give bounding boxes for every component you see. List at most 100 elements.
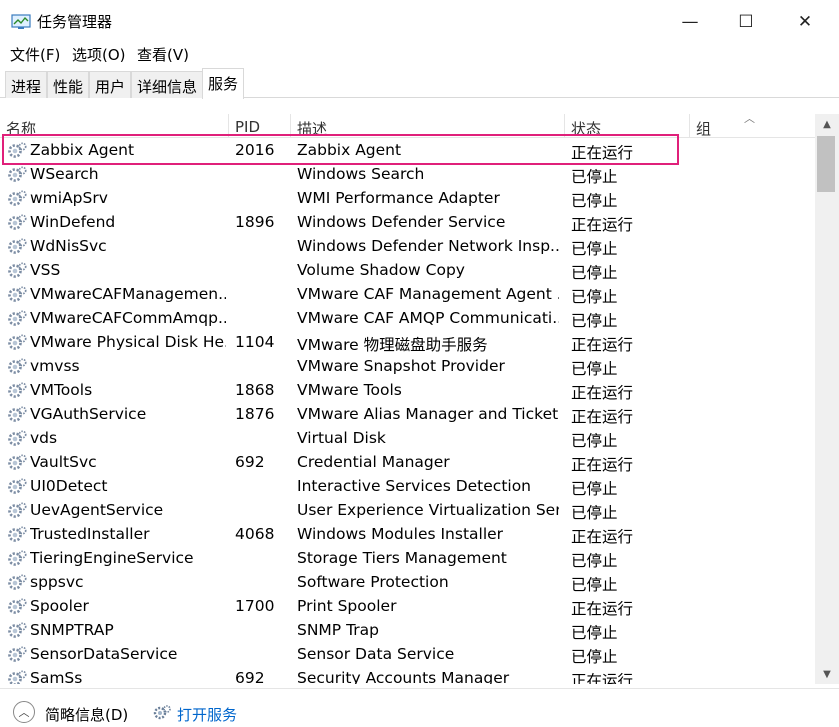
menu-view[interactable]: 查看(V) [137, 44, 189, 65]
tab-processes[interactable]: 进程 [5, 71, 48, 98]
service-description: Virtual Disk [297, 429, 386, 447]
service-status: 正在运行 [571, 456, 634, 474]
services-gear-icon [152, 704, 172, 722]
service-description: Print Spooler [297, 597, 397, 615]
table-row[interactable]: wmiApSrv WMI Performance Adapter 已停止 [0, 186, 815, 210]
table-row[interactable]: WdNisSvc Windows Defender Network Insp...… [0, 234, 815, 258]
service-status: 正在运行 [571, 216, 634, 234]
table-row[interactable]: TrustedInstaller 4068 Windows Modules Inst… [0, 522, 815, 546]
service-name: SensorDataService [30, 645, 178, 663]
service-gear-icon [6, 549, 28, 569]
service-status: 已停止 [571, 624, 618, 642]
service-name: VaultSvc [30, 453, 97, 471]
service-name: TrustedInstaller [30, 525, 150, 543]
service-pid: 2016 [235, 141, 275, 159]
service-gear-icon [6, 165, 28, 185]
menu-options[interactable]: 选项(O) [72, 44, 126, 65]
service-description: VMware Tools [297, 381, 402, 399]
service-status: 已停止 [571, 576, 618, 594]
tab-performance[interactable]: 性能 [47, 71, 90, 98]
service-pid: 1700 [235, 597, 275, 615]
service-name: WSearch [30, 165, 99, 183]
service-gear-icon [6, 237, 28, 257]
service-gear-icon [6, 501, 28, 521]
service-gear-icon [6, 597, 28, 617]
table-row[interactable]: sppsvc Software Protection 已停止 [0, 570, 815, 594]
service-name: Spooler [30, 597, 89, 615]
service-description: VMware Snapshot Provider [297, 357, 505, 375]
table-row[interactable]: WSearch Windows Search 已停止 [0, 162, 815, 186]
task-manager-icon [11, 14, 31, 30]
table-row[interactable]: Spooler 1700 Print Spooler 正在运行 [0, 594, 815, 618]
fewer-details-link[interactable]: 简略信息(D) [45, 704, 128, 725]
table-row[interactable]: SensorDataService Sensor Data Service 已停止 [0, 642, 815, 666]
service-name: WinDefend [30, 213, 116, 231]
service-gear-icon [6, 261, 28, 281]
table-row[interactable]: WinDefend 1896 Windows Defender Service 正在运… [0, 210, 815, 234]
service-gear-icon [6, 357, 28, 377]
table-header: 名称 PID 描述 状态 组 ︿ [0, 114, 815, 138]
table-row[interactable]: VMwareCAFCommAmqp... VMware CAF AMQP Comm… [0, 306, 815, 330]
service-name: VGAuthService [30, 405, 147, 423]
table-row[interactable]: SNMPTRAP SNMP Trap 已停止 [0, 618, 815, 642]
service-description: VMware CAF Management Agent ... [297, 285, 559, 303]
service-gear-icon [6, 477, 28, 497]
service-gear-icon [6, 621, 28, 641]
table-row[interactable]: vmvss VMware Snapshot Provider 已停止 [0, 354, 815, 378]
table-row[interactable]: TieringEngineService Storage Tiers Manage… [0, 546, 815, 570]
window-title: 任务管理器 [37, 13, 113, 31]
service-status: 正在运行 [571, 672, 634, 684]
table-row[interactable]: VMwareCAFManagemen... VMware CAF Manageme… [0, 282, 815, 306]
column-header-name[interactable]: 名称 [0, 114, 229, 138]
maximize-button[interactable]: ☐ [717, 0, 775, 44]
table-row[interactable]: UI0Detect Interactive Services Detection 已… [0, 474, 815, 498]
service-status: 已停止 [571, 552, 618, 570]
table-row[interactable]: VMware Physical Disk He... 1104 VMware 物理磁… [0, 330, 815, 354]
tab-details[interactable]: 详细信息 [131, 71, 204, 98]
column-header-pid[interactable]: PID [229, 114, 291, 138]
collapse-chevron-up-icon[interactable]: ︿ [13, 701, 35, 723]
table-row[interactable]: VaultSvc 692 Credential Manager 正在运行 [0, 450, 815, 474]
service-description: Windows Search [297, 165, 425, 183]
service-name: vds [30, 429, 58, 447]
service-description: Software Protection [297, 573, 449, 591]
service-name: VMware Physical Disk He... [30, 333, 226, 351]
table-row[interactable]: Zabbix Agent 2016 Zabbix Agent 正在运行 [0, 138, 815, 162]
service-status: 正在运行 [571, 384, 634, 402]
menu-bar: 文件(F) 选项(O) 查看(V) [0, 42, 839, 66]
service-gear-icon [6, 405, 28, 425]
service-description: Sensor Data Service [297, 645, 455, 663]
service-gear-icon [6, 453, 28, 473]
close-button[interactable]: ✕ [776, 0, 834, 44]
service-description: VMware 物理磁盘助手服务 [297, 336, 488, 354]
service-pid: 1104 [235, 333, 275, 351]
scroll-down-arrow-icon[interactable]: ▼ [815, 664, 839, 684]
column-header-description[interactable]: 描述 [291, 114, 565, 138]
service-description: VMware CAF AMQP Communicati... [297, 309, 559, 327]
table-row[interactable]: VMTools 1868 VMware Tools 正在运行 [0, 378, 815, 402]
tab-services[interactable]: 服务 [202, 68, 245, 99]
menu-file[interactable]: 文件(F) [10, 44, 60, 65]
table-row[interactable]: VGAuthService 1876 VMware Alias Manager an… [0, 402, 815, 426]
table-row[interactable]: VSS Volume Shadow Copy 已停止 [0, 258, 815, 282]
service-name: Zabbix Agent [30, 141, 135, 159]
service-status: 已停止 [571, 480, 618, 498]
service-description: Security Accounts Manager [297, 669, 510, 684]
service-status: 已停止 [571, 192, 618, 210]
vertical-scrollbar[interactable]: ▲ ▼ [815, 114, 839, 684]
scroll-thumb[interactable] [817, 136, 835, 192]
table-row[interactable]: vds Virtual Disk 已停止 [0, 426, 815, 450]
service-status: 已停止 [571, 360, 618, 378]
service-description: Interactive Services Detection [297, 477, 532, 495]
service-name: VMwareCAFCommAmqp... [30, 309, 226, 327]
service-gear-icon [6, 285, 28, 305]
table-row[interactable]: SamSs 692 Security Accounts Manager 正在运行 [0, 666, 815, 684]
scroll-up-arrow-icon[interactable]: ▲ [815, 114, 839, 134]
table-row[interactable]: UevAgentService User Experience Virtualiz… [0, 498, 815, 522]
minimize-button[interactable]: — [661, 0, 719, 44]
service-description: Volume Shadow Copy [297, 261, 465, 279]
open-services-link[interactable]: 打开服务 [177, 704, 237, 725]
column-header-status[interactable]: 状态 [565, 114, 690, 138]
service-gear-icon [6, 429, 28, 449]
tab-users[interactable]: 用户 [89, 71, 132, 98]
